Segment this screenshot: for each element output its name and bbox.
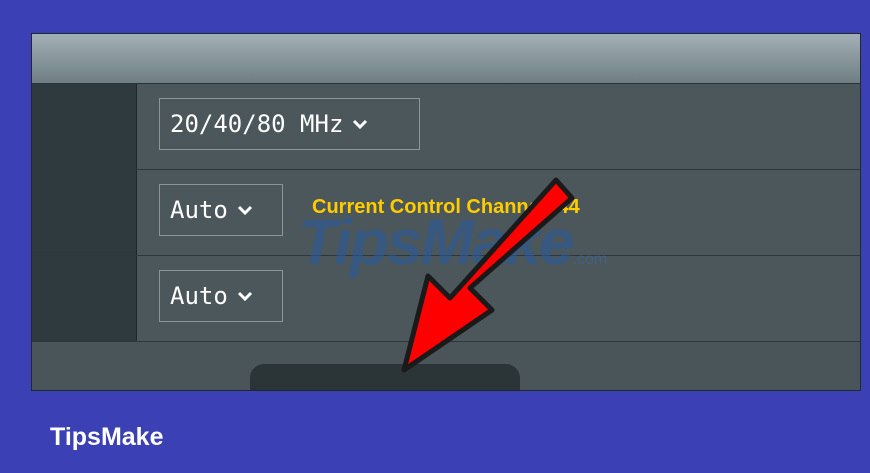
- bandwidth-select-value: 20/40/80 MHz: [170, 110, 344, 138]
- extension-channel-select[interactable]: Auto: [159, 270, 283, 322]
- chevron-down-icon: [353, 119, 368, 130]
- control-channel-select[interactable]: Auto: [159, 184, 283, 236]
- caption-text: TipsMake: [50, 423, 164, 451]
- row-label-bandwidth: [32, 84, 137, 169]
- row-content-bandwidth: 20/40/80 MHz: [137, 84, 860, 169]
- panel-header: [32, 34, 860, 84]
- settings-row-bandwidth: 20/40/80 MHz: [32, 84, 860, 170]
- extension-channel-select-value: Auto: [170, 282, 228, 310]
- row-label-control-channel: [32, 170, 137, 255]
- chevron-down-icon: [237, 205, 252, 216]
- row-label-extension-channel: [32, 256, 137, 341]
- bandwidth-select[interactable]: 20/40/80 MHz: [159, 98, 420, 150]
- red-arrow-pointer-icon: [401, 177, 575, 373]
- chevron-down-icon: [237, 291, 252, 302]
- control-channel-select-value: Auto: [170, 196, 228, 224]
